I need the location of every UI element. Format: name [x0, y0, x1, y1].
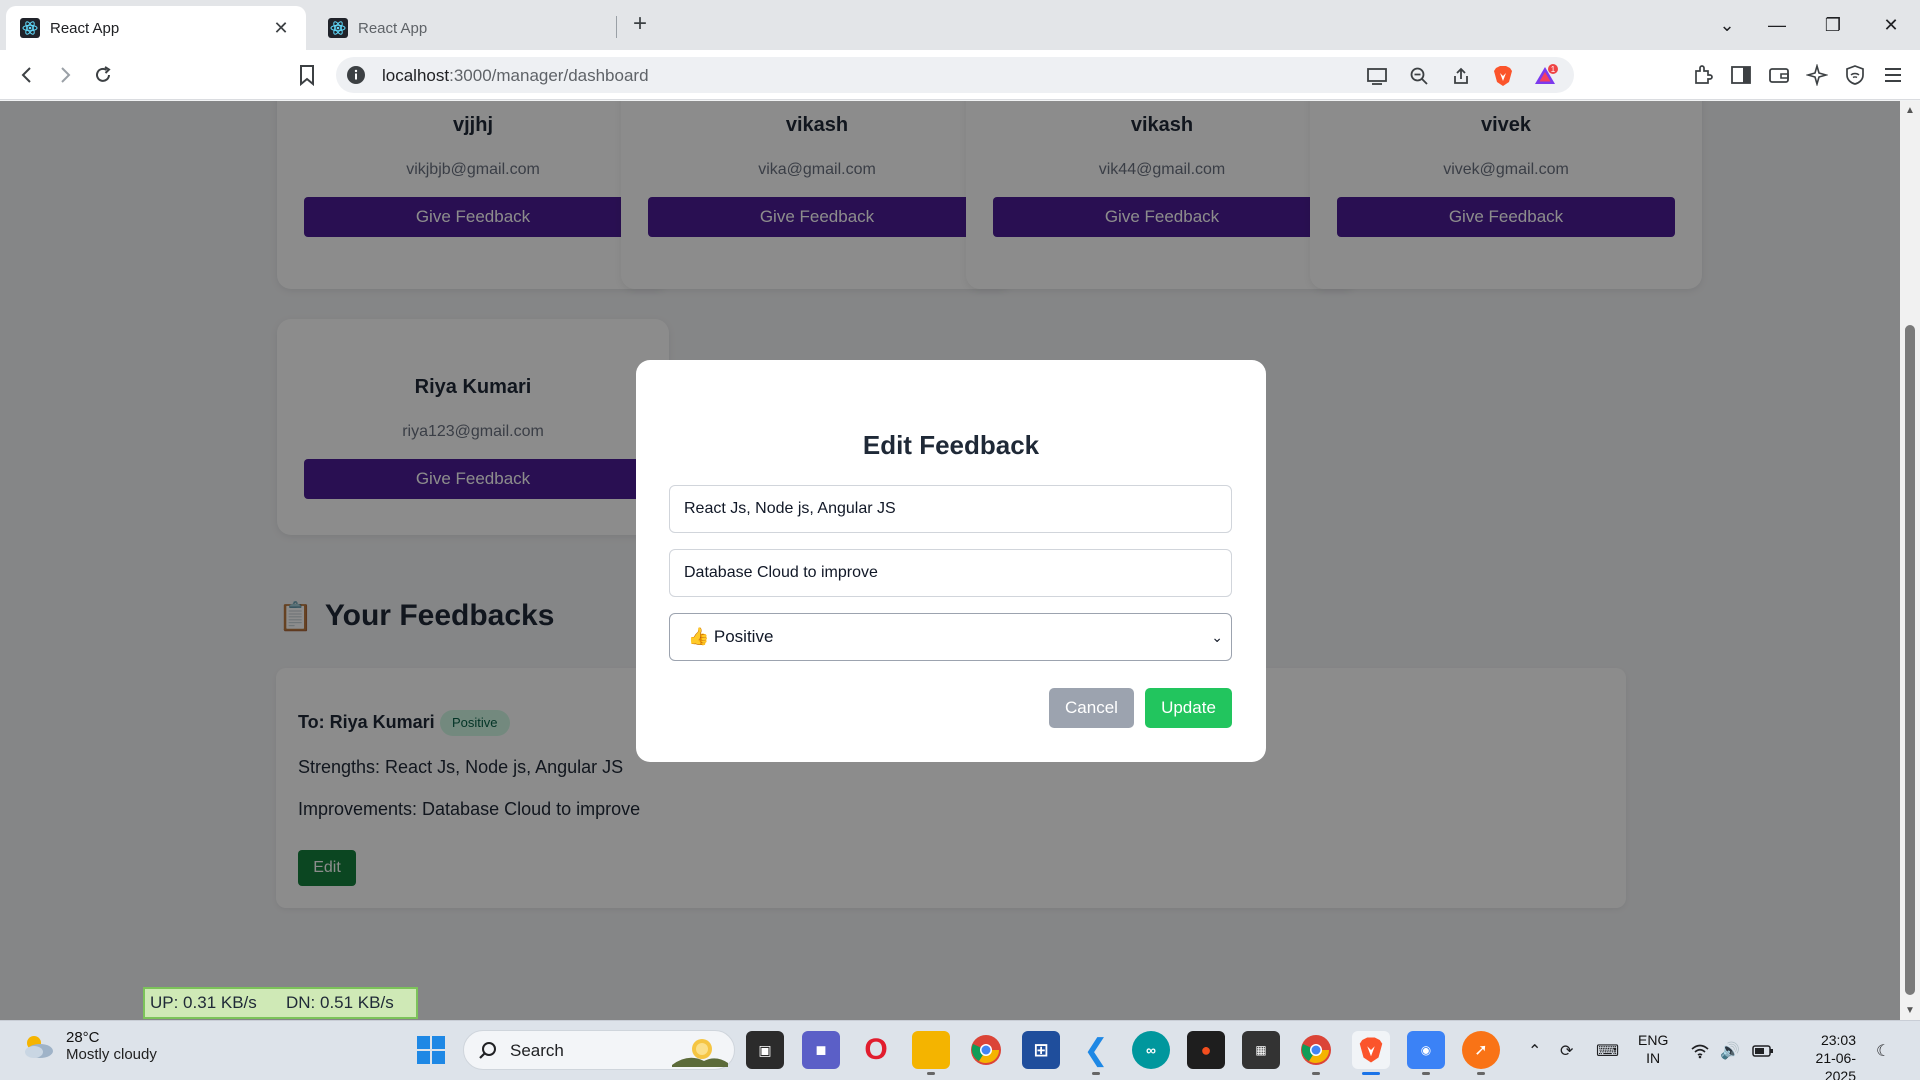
volume-icon[interactable]: 🔊 — [1720, 1021, 1740, 1080]
tab-search-chevron-icon[interactable]: ⌄ — [1712, 10, 1742, 40]
file-explorer-icon[interactable] — [912, 1031, 950, 1075]
url-text: localhost:3000/manager/dashboard — [382, 66, 649, 86]
search-icon — [479, 1042, 496, 1059]
network-speed-widget: UP: 0.31 KB/s DN: 0.51 KB/s — [143, 987, 418, 1019]
leo-ai-icon[interactable] — [1802, 60, 1832, 90]
battery-icon[interactable] — [1752, 1021, 1774, 1080]
forward-arrow-icon[interactable] — [50, 60, 80, 90]
wifi-icon[interactable] — [1690, 1021, 1710, 1080]
input-language[interactable]: ENG IN — [1638, 1031, 1668, 1067]
sentiment-select[interactable]: 👍 Positive ⌄ — [669, 613, 1232, 661]
address-bar[interactable]: localhost:3000/manager/dashboard 1 — [336, 57, 1574, 93]
tab-react-app[interactable]: React App — [314, 6, 614, 50]
url-path: :3000/manager/dashboard — [449, 66, 649, 85]
app-icon[interactable]: ▦ — [1242, 1031, 1280, 1069]
strengths-input[interactable]: React Js, Node js, Angular JS — [669, 485, 1232, 533]
windows-start-icon[interactable] — [416, 1035, 446, 1065]
vpn-shield-icon[interactable] — [1840, 60, 1870, 90]
scroll-thumb[interactable] — [1905, 325, 1915, 995]
language-code: ENG — [1638, 1032, 1669, 1048]
extensions-icon[interactable] — [1688, 60, 1718, 90]
figma-icon[interactable]: ● — [1187, 1031, 1225, 1069]
browser-toolbar: localhost:3000/manager/dashboard 1 — [0, 50, 1920, 100]
menu-icon[interactable] — [1878, 60, 1908, 90]
screen-recorder-icon[interactable]: ◉ — [1407, 1031, 1445, 1075]
minimize-icon[interactable]: — — [1762, 10, 1792, 40]
arduino-icon[interactable]: ∞ — [1132, 1031, 1170, 1069]
taskbar-search-box[interactable]: Search — [463, 1030, 735, 1070]
close-icon[interactable]: ✕ — [270, 18, 292, 39]
postman-icon[interactable]: ➚ — [1462, 1031, 1500, 1075]
brave-shields-icon[interactable] — [1490, 63, 1516, 89]
modal-title: Edit Feedback — [862, 430, 1040, 460]
clock-time: 23:03 — [1820, 1032, 1856, 1048]
opera-icon[interactable]: O — [857, 1031, 895, 1069]
site-info-icon[interactable] — [346, 65, 366, 85]
task-view-icon[interactable]: ▣ — [746, 1031, 784, 1069]
do-not-disturb-moon-icon[interactable]: ☾ — [1876, 1021, 1890, 1080]
region-code: IN — [1646, 1050, 1661, 1066]
weather-widget[interactable]: 28°C Mostly cloudy — [20, 1029, 157, 1063]
chrome-icon[interactable] — [967, 1031, 1005, 1069]
react-logo-icon — [20, 18, 40, 38]
weather-description: Mostly cloudy — [66, 1046, 157, 1063]
update-button[interactable]: Update — [1145, 688, 1232, 728]
cast-icon[interactable] — [1364, 63, 1390, 89]
new-tab-plus-icon[interactable]: + — [628, 12, 652, 38]
scroll-up-arrow-icon[interactable]: ▲ — [1905, 105, 1915, 116]
edit-feedback-modal: Edit Feedback React Js, Node js, Angular… — [636, 360, 1266, 762]
brave-browser-icon[interactable] — [1352, 1031, 1390, 1075]
zoom-out-icon[interactable] — [1406, 63, 1432, 89]
clock-date: 21-06-2025 — [1815, 1050, 1856, 1080]
tab-title: React App — [50, 19, 120, 37]
chrome-profile-icon[interactable] — [1297, 1031, 1335, 1075]
microsoft-store-icon[interactable]: ⊞ — [1022, 1031, 1060, 1069]
back-arrow-icon[interactable] — [12, 60, 42, 90]
show-hidden-icons-chevron-icon[interactable]: ⌃ — [1528, 1021, 1541, 1080]
upload-speed: UP: 0.31 KB/s — [150, 993, 257, 1012]
windows-taskbar: 28°C Mostly cloudy Search ▣ ■ O ⊞ ❮ ∞ ● … — [0, 1020, 1920, 1080]
restore-icon[interactable]: ❐ — [1818, 10, 1848, 40]
sentiment-selected-value: 👍 Positive — [688, 627, 774, 646]
bookmark-icon[interactable] — [292, 60, 322, 90]
scroll-down-arrow-icon[interactable]: ▼ — [1905, 1005, 1915, 1016]
keyboard-icon[interactable]: ⌨ — [1596, 1021, 1619, 1080]
reload-icon[interactable] — [88, 60, 118, 90]
tab-divider — [616, 16, 617, 38]
window-close-icon[interactable]: ✕ — [1876, 10, 1906, 40]
search-label: Search — [510, 1041, 564, 1060]
react-logo-icon — [328, 18, 348, 38]
sidebar-toggle-icon[interactable] — [1726, 60, 1756, 90]
system-clock[interactable]: 23:03 21-06-2025 — [1790, 1031, 1856, 1080]
weather-temperature: 28°C — [66, 1029, 100, 1046]
brave-rewards-icon[interactable]: 1 — [1532, 63, 1558, 89]
share-icon[interactable] — [1448, 63, 1474, 89]
wallet-icon[interactable] — [1764, 60, 1794, 90]
url-host: localhost — [382, 66, 450, 85]
tab-react-app-active[interactable]: React App ✕ — [6, 6, 306, 50]
page-viewport: vjjhj vikjbjb@gmail.com Give Feedback vi… — [0, 101, 1900, 1020]
improvements-input[interactable]: Database Cloud to improve — [669, 549, 1232, 597]
page-scrollbar[interactable]: ▲ ▼ — [1900, 101, 1920, 1020]
vscode-icon[interactable]: ❮ — [1077, 1031, 1115, 1075]
tab-title: React App — [358, 19, 428, 37]
cancel-button[interactable]: Cancel — [1049, 688, 1134, 728]
rewards-badge-count: 1 — [1551, 65, 1556, 74]
download-speed: DN: 0.51 KB/s — [286, 993, 394, 1012]
sync-icon[interactable]: ⟳ — [1560, 1021, 1573, 1080]
teams-meet-icon[interactable]: ■ — [802, 1031, 840, 1069]
chevron-down-icon: ⌄ — [1211, 629, 1223, 645]
cloudy-weather-icon — [25, 1036, 53, 1058]
browser-tab-bar: React App ✕ React App + ⌄ — ❐ ✕ — [0, 0, 1920, 50]
search-highlight-sunrise-icon — [672, 1039, 728, 1067]
